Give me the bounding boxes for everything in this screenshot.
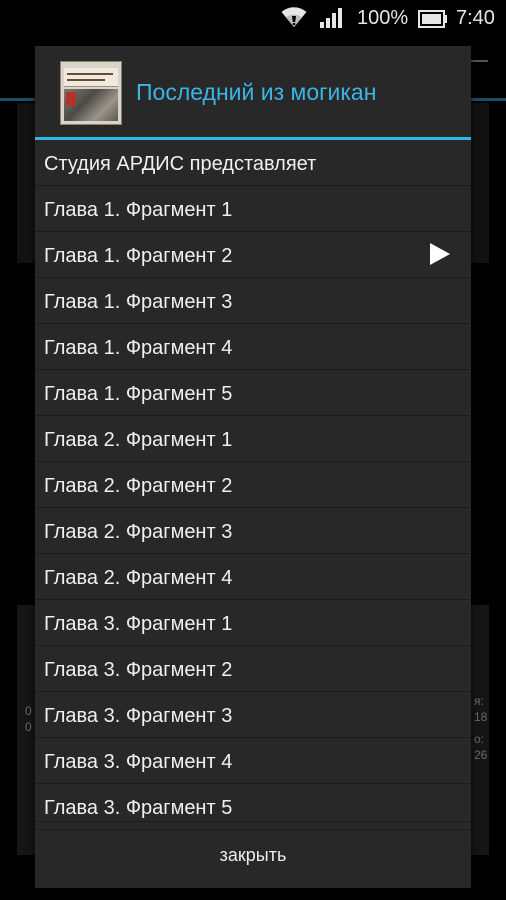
track-label: Глава 1. Фрагмент 1 [44,199,233,221]
play-icon [430,243,450,265]
background-text: 18 [474,710,488,724]
dialog-footer: закрыть [35,821,471,889]
close-button[interactable]: закрыть [35,822,471,889]
track-label: Студия АРДИС представляет [44,153,317,175]
track-item[interactable]: Глава 2. Фрагмент 2 [35,462,471,508]
track-item[interactable]: Глава 1. Фрагмент 2 [35,232,471,278]
track-label: Глава 2. Фрагмент 2 [44,475,233,497]
battery-percent: 100% [357,7,409,29]
track-item[interactable]: Глава 1. Фрагмент 1 [35,186,471,232]
clock: 7:40 [456,7,495,29]
dialog-header: Последний из могикан [35,46,471,140]
background-text: о: [474,732,485,746]
track-label: Глава 3. Фрагмент 5 [44,797,233,819]
track-item[interactable]: Глава 3. Фрагмент 2 [35,646,471,692]
playlist-dialog: Последний из могикан Студия АРДИС предст… [35,46,471,888]
track-item[interactable]: Глава 3. Фрагмент 4 [35,738,471,784]
track-label: Глава 3. Фрагмент 4 [44,751,233,773]
track-item[interactable]: Глава 1. Фрагмент 4 [35,324,471,370]
status-bar: 100% 7:40 [0,0,506,38]
track-label: Глава 3. Фрагмент 3 [44,705,233,727]
battery-icon [418,10,448,34]
track-list: Студия АРДИС представляет Глава 1. Фрагме… [35,140,471,830]
track-item[interactable]: Глава 3. Фрагмент 3 [35,692,471,738]
track-label: Глава 3. Фрагмент 2 [44,659,233,681]
track-label: Глава 2. Фрагмент 1 [44,429,233,451]
track-label: Глава 1. Фрагмент 3 [44,291,233,313]
track-item[interactable]: Студия АРДИС представляет [35,140,471,186]
background-text: 0 [25,720,32,734]
track-label: Глава 1. Фрагмент 4 [44,337,233,359]
wifi-icon [281,6,307,34]
track-label: Глава 3. Фрагмент 1 [44,613,233,635]
track-label: Глава 1. Фрагмент 2 [44,245,233,267]
track-label: Глава 2. Фрагмент 4 [44,567,233,589]
screen: 100% 7:40 0 0 я: 18 о: 26 Последний из м… [0,0,506,900]
background-text: 0 [25,704,32,718]
background-text: 26 [474,748,488,762]
track-item[interactable]: Глава 3. Фрагмент 1 [35,600,471,646]
track-item[interactable]: Глава 2. Фрагмент 4 [35,554,471,600]
book-cover-image [60,61,122,125]
signal-icon [319,7,343,35]
track-label: Глава 2. Фрагмент 3 [44,521,233,543]
track-item[interactable]: Глава 1. Фрагмент 5 [35,370,471,416]
track-item[interactable]: Глава 2. Фрагмент 3 [35,508,471,554]
background-text: я: [474,694,484,708]
dialog-title: Последний из могикан [136,79,377,105]
track-item[interactable]: Глава 1. Фрагмент 3 [35,278,471,324]
track-item[interactable]: Глава 2. Фрагмент 1 [35,416,471,462]
background-menu-icon [470,60,488,62]
track-label: Глава 1. Фрагмент 5 [44,383,233,405]
